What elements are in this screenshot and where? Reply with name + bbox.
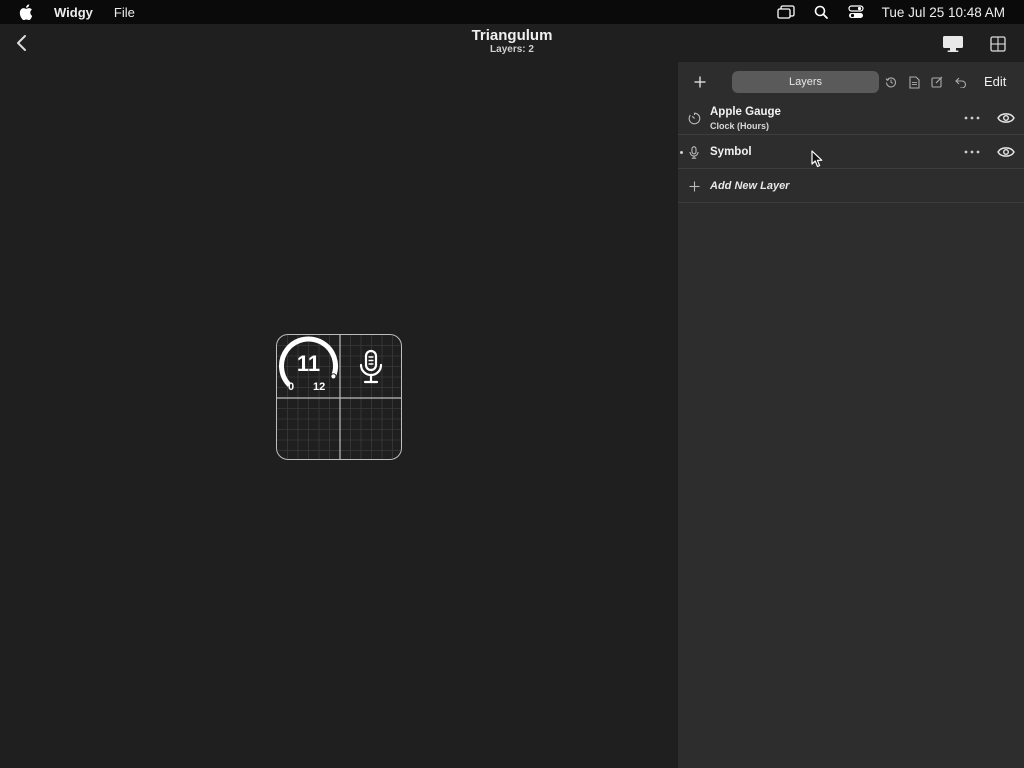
file-menu[interactable]: File <box>114 5 135 20</box>
display-icon[interactable] <box>942 34 964 54</box>
undo-icon[interactable] <box>954 75 968 89</box>
layer-name: Apple Gauge <box>710 106 781 118</box>
gauge-max-label: 12 <box>313 381 326 393</box>
plus-icon <box>687 179 701 193</box>
widget-preview[interactable]: 11 0 12 <box>276 334 402 460</box>
layer-name: Symbol <box>710 146 752 158</box>
mouse-cursor-icon <box>811 150 823 168</box>
layer-row-symbol[interactable]: Symbol <box>678 135 1024 169</box>
child-marker <box>680 151 683 154</box>
control-center-icon[interactable] <box>847 4 865 20</box>
layer-subtitle: Clock (Hours) <box>710 121 770 131</box>
document-icon[interactable] <box>907 75 921 89</box>
more-icon[interactable] <box>964 149 980 155</box>
tab-layers[interactable]: Layers <box>732 71 879 93</box>
layer-row-apple-gauge[interactable]: Apple Gauge Clock (Hours) <box>678 101 1024 135</box>
eye-icon[interactable] <box>997 146 1015 158</box>
eye-icon[interactable] <box>997 112 1015 124</box>
layers-panel: Layers Edit Apple Gauge Clock (Hours) Sy… <box>678 62 1024 768</box>
history-icon[interactable] <box>884 75 898 89</box>
compose-icon[interactable] <box>930 75 944 89</box>
app-menu[interactable]: Widgy <box>54 5 93 20</box>
menu-bar: Widgy File Tue Jul 25 10:48 AM <box>0 0 1024 24</box>
layers-count: Layers: 2 <box>490 44 534 55</box>
menu-bar-clock[interactable]: Tue Jul 25 10:48 AM <box>882 5 1005 20</box>
screen-mirroring-icon[interactable] <box>777 4 795 20</box>
toolbar: Triangulum Layers: 2 <box>0 24 1024 62</box>
widget-canvas[interactable]: 11 0 12 <box>0 62 678 768</box>
add-new-layer-label: Add New Layer <box>710 180 790 192</box>
mic-icon[interactable] <box>357 349 385 385</box>
gauge-min-label: 0 <box>288 381 295 393</box>
apple-icon[interactable] <box>19 4 33 20</box>
edit-button[interactable]: Edit <box>984 74 1006 89</box>
apple-gauge[interactable]: 11 0 12 <box>277 335 340 398</box>
grid-layout-icon[interactable] <box>988 34 1008 54</box>
mic-icon <box>687 145 701 159</box>
more-icon[interactable] <box>964 115 980 121</box>
document-title-block: Triangulum Layers: 2 <box>412 27 612 55</box>
chevron-left-icon[interactable] <box>12 33 32 53</box>
gauge-value: 11 <box>296 351 321 376</box>
add-new-layer-row[interactable]: Add New Layer <box>678 169 1024 203</box>
panel-toolbar: Layers Edit <box>678 62 1024 102</box>
search-icon[interactable] <box>812 4 830 20</box>
document-title: Triangulum <box>471 27 553 44</box>
timer-icon <box>687 111 701 125</box>
plus-icon[interactable] <box>690 72 710 92</box>
